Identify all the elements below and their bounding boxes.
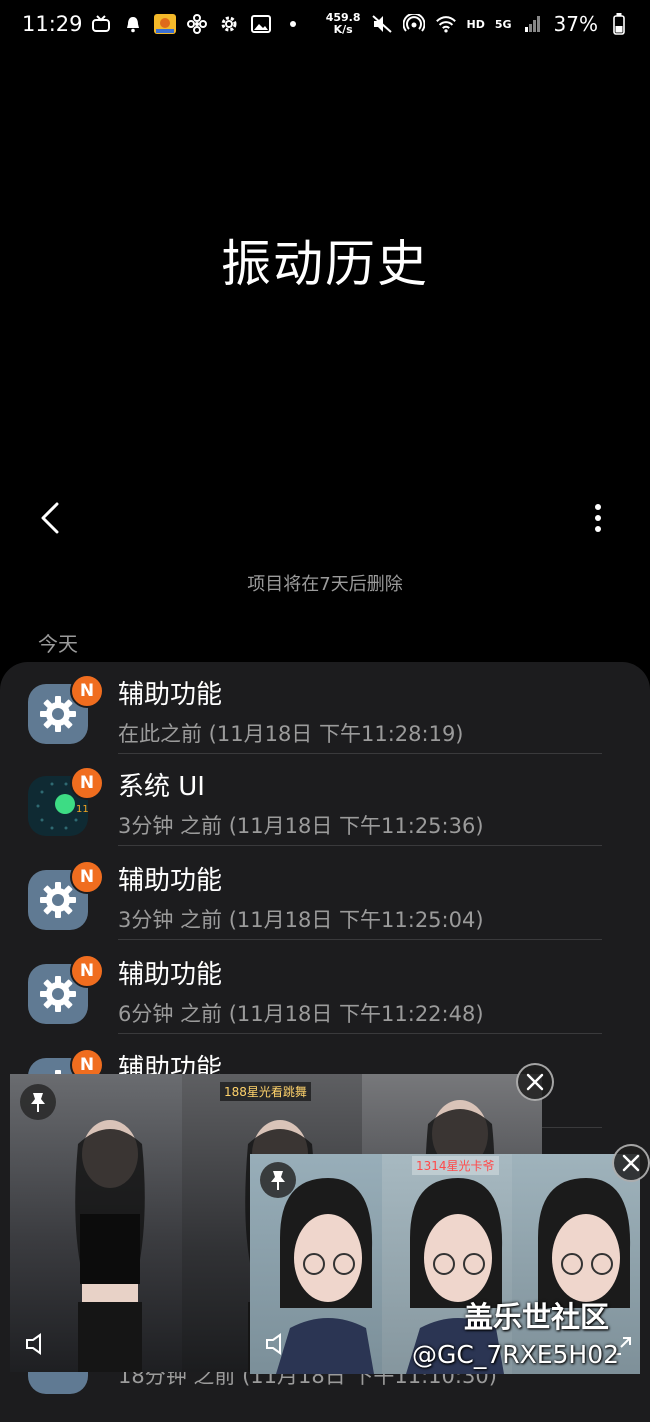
bell-icon bbox=[122, 14, 144, 34]
retention-notice: 项目将在7天后删除 bbox=[247, 574, 403, 595]
status-system-icons: 459.8 K/s HD 5G 37% bbox=[326, 12, 630, 36]
wifi-icon bbox=[435, 14, 457, 34]
status-notification-icons bbox=[90, 14, 304, 34]
image-icon bbox=[250, 14, 272, 34]
fan-icon bbox=[186, 14, 208, 34]
tv-icon bbox=[90, 14, 112, 34]
new-badge: N bbox=[70, 674, 104, 708]
app-name: 辅助功能 bbox=[118, 680, 223, 710]
network-speed: 459.8 K/s bbox=[325, 11, 361, 36]
divider bbox=[118, 845, 602, 846]
divider bbox=[118, 939, 602, 940]
vibration-time: 3分钟 之前 (11月18日 下午11:25:36) bbox=[118, 814, 484, 838]
close-icon bbox=[622, 1154, 640, 1172]
list-item[interactable]: N 辅助功能 3分钟 之前 (11月18日 下午11:25:04) bbox=[0, 848, 650, 940]
sound-button[interactable] bbox=[20, 1326, 56, 1362]
hd-label: HD bbox=[466, 17, 485, 31]
speaker-icon bbox=[266, 1333, 281, 1355]
mute-icon bbox=[371, 14, 393, 34]
chevron-left-icon bbox=[41, 502, 59, 534]
more-options-button[interactable] bbox=[578, 496, 618, 540]
close-icon bbox=[526, 1073, 544, 1091]
list-item[interactable]: 11 N 系统 UI 3分钟 之前 (11月18日 下午11:25:36) bbox=[0, 754, 650, 846]
new-badge: N bbox=[70, 766, 104, 800]
list-item[interactable]: N 辅助功能 在此之前 (11月18日 下午11:28:19) bbox=[0, 662, 650, 754]
page-title: 振动历史 bbox=[221, 235, 429, 293]
watermark-title: 盖乐世社区 bbox=[464, 1300, 610, 1334]
vibration-time: 在此之前 (11月18日 下午11:28:19) bbox=[118, 722, 464, 746]
vibration-time: 3分钟 之前 (11月18日 下午11:25:04) bbox=[118, 908, 484, 932]
status-bar: 11:29 459.8 K/s HD 5G 37% bbox=[0, 0, 650, 50]
dot-icon bbox=[282, 14, 304, 34]
battery-percent: 37% bbox=[553, 12, 598, 36]
app-logo-icon bbox=[154, 14, 176, 34]
speaker-icon bbox=[26, 1333, 41, 1355]
settings-icon bbox=[218, 14, 240, 34]
network-type: 5G bbox=[494, 17, 512, 31]
new-badge: N bbox=[70, 860, 104, 894]
list-item[interactable]: N 辅助功能 6分钟 之前 (11月18日 下午11:22:48) bbox=[0, 942, 650, 1034]
title-area: 振动历史 bbox=[0, 50, 650, 470]
divider bbox=[118, 1033, 602, 1034]
pip-close-button[interactable] bbox=[612, 1144, 650, 1182]
stream-tag: 188星光看跳舞 bbox=[220, 1082, 311, 1101]
pin-button[interactable] bbox=[260, 1162, 296, 1198]
pin-icon bbox=[31, 1093, 45, 1112]
hotspot-icon bbox=[402, 14, 425, 34]
pip-close-button[interactable] bbox=[516, 1063, 554, 1101]
person-silhouette bbox=[75, 1120, 145, 1372]
battery-icon bbox=[608, 13, 630, 35]
back-button[interactable] bbox=[28, 496, 72, 540]
vibration-time: 6分钟 之前 (11月18日 下午11:22:48) bbox=[118, 1002, 484, 1026]
version-label: 11 bbox=[76, 804, 88, 815]
section-label-today: 今天 bbox=[38, 632, 78, 656]
pin-icon bbox=[271, 1171, 285, 1190]
app-name: 辅助功能 bbox=[118, 960, 223, 990]
pin-button[interactable] bbox=[20, 1084, 56, 1120]
stream-tag: 1314星光卡爷 bbox=[412, 1156, 499, 1175]
status-time: 11:29 bbox=[22, 12, 83, 36]
sound-button[interactable] bbox=[260, 1326, 296, 1362]
app-name: 系统 UI bbox=[118, 772, 205, 802]
more-vertical-icon bbox=[595, 504, 601, 532]
signal-bars-icon bbox=[522, 14, 544, 34]
app-name: 辅助功能 bbox=[118, 866, 223, 896]
new-badge: N bbox=[70, 954, 104, 988]
watermark-user: @GC_7RXE5H02 bbox=[412, 1340, 620, 1369]
